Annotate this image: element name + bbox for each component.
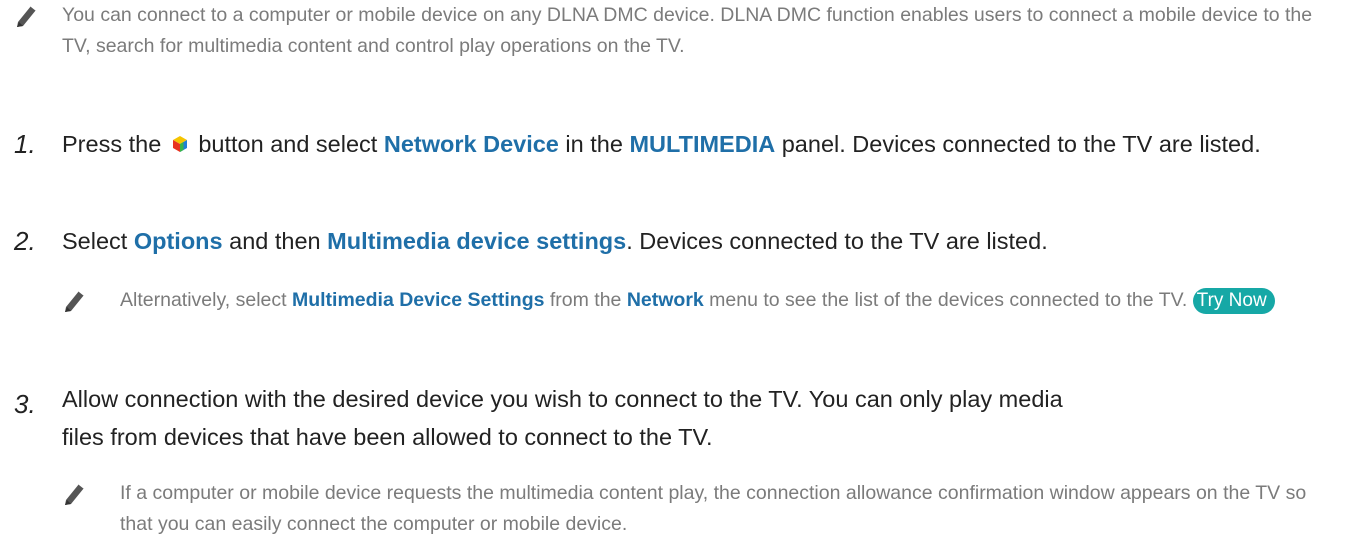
pencil-note-icon bbox=[65, 483, 85, 505]
step-3-text: Allow connection with the desired device… bbox=[62, 386, 1063, 450]
note-alternative-text: Alternatively, select Multimedia Device … bbox=[120, 285, 1330, 316]
multimedia-device-settings-link: Multimedia Device Settings bbox=[291, 289, 545, 311]
pencil-note-icon bbox=[65, 290, 85, 312]
step-1-text: Press the button and select Network Devi… bbox=[62, 131, 1261, 157]
note-request-text: If a computer or mobile device requests … bbox=[120, 482, 1307, 535]
network-menu-label: Network bbox=[626, 289, 704, 311]
smart-hub-cube-icon bbox=[172, 136, 187, 152]
note-intro-text: You can connect to a computer or mobile … bbox=[62, 4, 1313, 57]
step-2-text: Select Options and then Multimedia devic… bbox=[62, 228, 1048, 254]
pencil-note-icon bbox=[17, 5, 37, 27]
options-label: Options bbox=[133, 228, 223, 254]
step-2-number: 2. bbox=[14, 226, 36, 256]
network-device-label: Network Device bbox=[383, 131, 559, 157]
try-now-button[interactable]: Try Now bbox=[1192, 288, 1275, 314]
multimedia-device-settings-label: Multimedia device settings bbox=[327, 228, 627, 254]
step-3-number: 3. bbox=[14, 389, 36, 419]
multimedia-label: MULTIMEDIA bbox=[629, 131, 776, 157]
step-1-number: 1. bbox=[14, 129, 36, 159]
